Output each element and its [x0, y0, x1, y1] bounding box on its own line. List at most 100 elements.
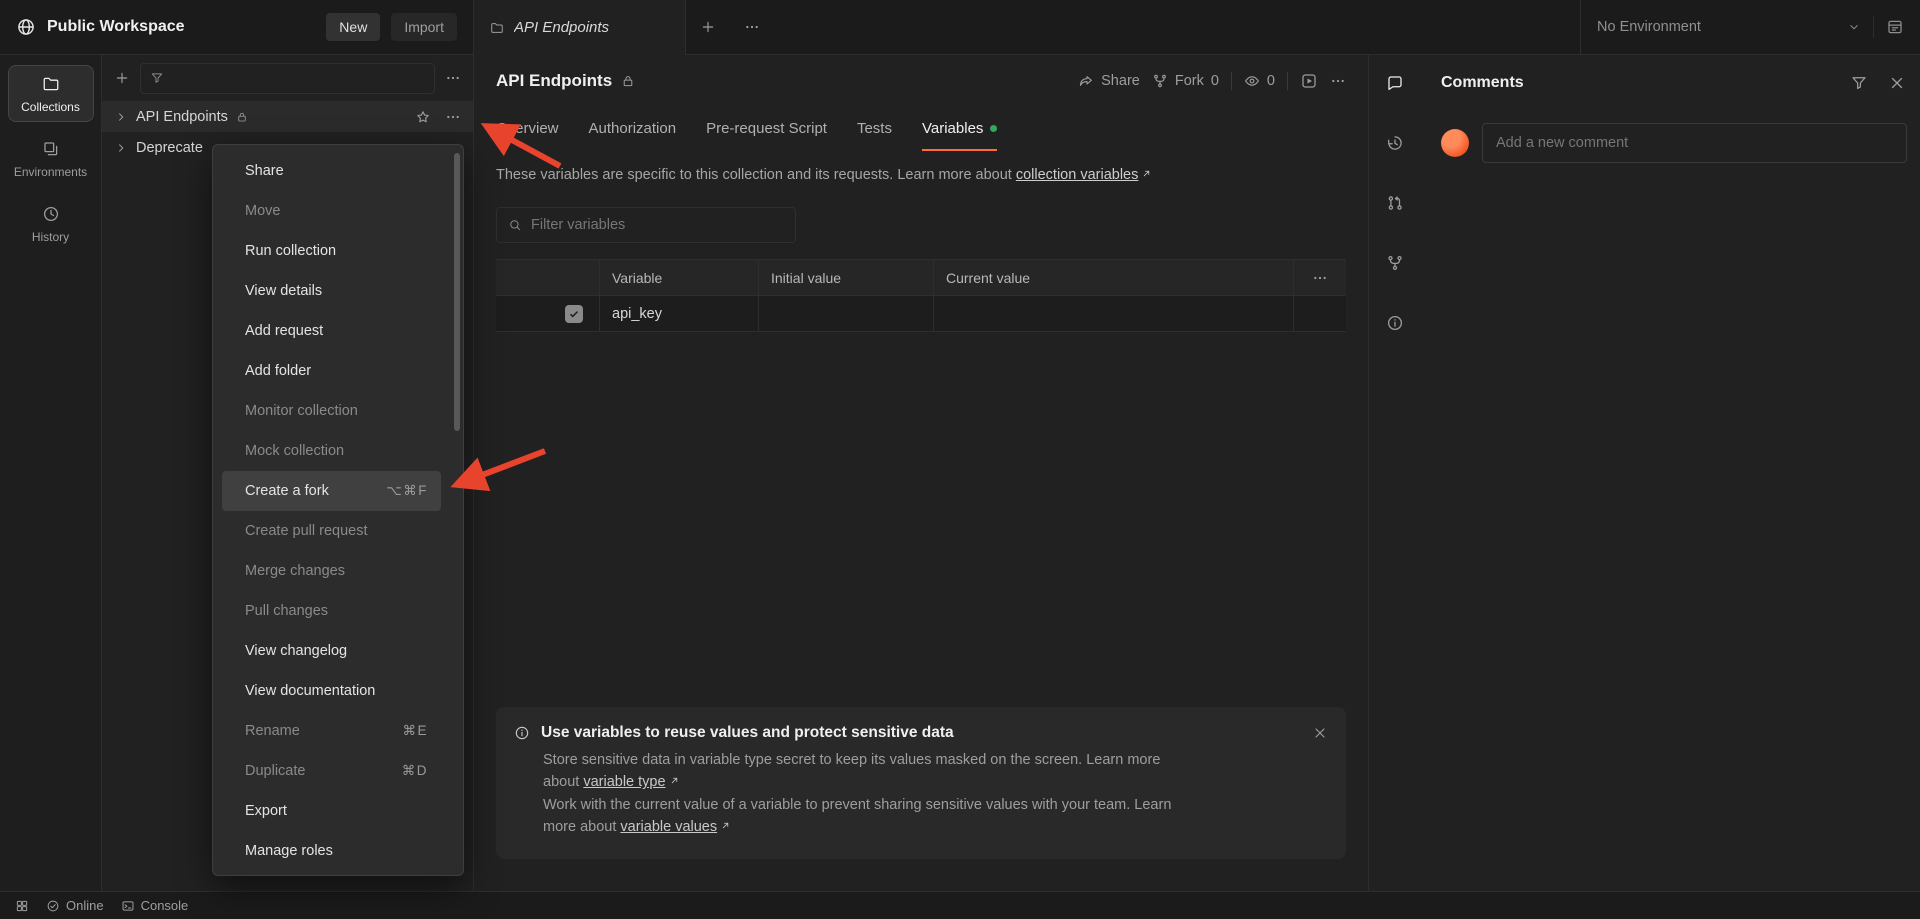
sidebar-item-collections[interactable]: Collections — [8, 65, 94, 122]
changelog-clock-icon — [1386, 134, 1404, 152]
open-new-tab-button[interactable] — [686, 0, 730, 54]
row-checkbox[interactable] — [565, 305, 583, 323]
menu-item-mock-collection[interactable]: Mock collection — [222, 431, 441, 471]
variables-table: Variable Initial value Current value api… — [496, 259, 1346, 332]
console-label: Console — [141, 898, 189, 913]
menu-item-view-changelog[interactable]: View changelog — [222, 631, 441, 671]
external-link-icon — [669, 775, 680, 786]
variable-type-link[interactable]: variable type — [583, 774, 665, 790]
menu-item-label: Share — [245, 163, 284, 179]
tab-overview[interactable]: Overview — [496, 107, 559, 151]
menu-item-export[interactable]: Export — [222, 791, 441, 831]
console-button[interactable]: Console — [116, 898, 194, 913]
run-collection-icon[interactable] — [1300, 72, 1318, 90]
fork-count: 0 — [1211, 73, 1219, 89]
tab-api-endpoints[interactable]: API Endpoints — [474, 0, 686, 55]
menu-item-share[interactable]: Share — [222, 151, 441, 191]
connection-status[interactable]: Online — [41, 898, 109, 913]
sidebar-item-history[interactable]: History — [8, 195, 94, 252]
collection-more-options-button[interactable] — [1330, 73, 1346, 89]
sidebar-search-box[interactable] — [140, 63, 435, 94]
collection-tabs: Overview Authorization Pre-request Scrip… — [474, 107, 1368, 151]
info-icon — [514, 725, 530, 741]
menu-item-run-collection[interactable]: Run collection — [222, 231, 441, 271]
table-options-button[interactable] — [1294, 260, 1346, 295]
menu-item-label: Merge changes — [245, 563, 345, 579]
external-link-icon — [1141, 168, 1152, 179]
sidebar-search-input[interactable] — [172, 70, 425, 86]
sidebar-toolbar — [102, 55, 473, 101]
import-button[interactable]: Import — [391, 13, 457, 41]
menu-item-view-details[interactable]: View details — [222, 271, 441, 311]
table-header-row: Variable Initial value Current value — [496, 260, 1346, 296]
tab-options-button[interactable] — [730, 0, 774, 54]
environment-selector[interactable]: No Environment — [1580, 0, 1920, 54]
menu-item-move[interactable]: Move — [222, 191, 441, 231]
sidebar-options-button[interactable] — [445, 70, 461, 86]
collection-context-menu: Share Move Run collection View details A… — [212, 144, 464, 876]
table-row[interactable]: api_key — [496, 296, 1346, 332]
changelog-panel-button[interactable] — [1377, 125, 1413, 161]
banner-close-icon[interactable] — [1312, 725, 1328, 741]
menu-item-manage-roles[interactable]: Manage roles — [222, 831, 441, 871]
menu-item-label: View documentation — [245, 683, 375, 699]
star-icon[interactable] — [415, 109, 431, 125]
collection-row-api-endpoints[interactable]: API Endpoints — [102, 101, 473, 132]
share-button[interactable]: Share — [1078, 73, 1140, 89]
page-title: API Endpoints — [496, 71, 612, 91]
close-panel-icon[interactable] — [1888, 74, 1906, 92]
environment-quick-look-icon[interactable] — [1886, 18, 1904, 36]
menu-item-pull-changes[interactable]: Pull changes — [222, 591, 441, 631]
collection-name: API Endpoints — [136, 109, 228, 125]
add-collection-button[interactable] — [114, 70, 130, 86]
lock-icon — [621, 74, 635, 88]
toggle-sidebar-button[interactable] — [10, 899, 34, 913]
row-select-cell — [496, 296, 600, 331]
collection-variables-link[interactable]: collection variables — [1016, 167, 1139, 183]
tab-variables[interactable]: Variables — [922, 107, 997, 151]
filter-variables-box[interactable] — [496, 207, 796, 243]
menu-item-shortcut: ⌘D — [402, 763, 428, 779]
menu-item-label: View details — [245, 283, 322, 299]
menu-item-merge-changes[interactable]: Merge changes — [222, 551, 441, 591]
menu-item-duplicate[interactable]: Duplicate ⌘D — [222, 751, 441, 791]
menu-item-label: Mock collection — [245, 443, 344, 459]
tab-prerequest-script[interactable]: Pre-request Script — [706, 107, 827, 151]
environment-selected-value: No Environment — [1597, 19, 1835, 35]
fork-button[interactable]: Fork 0 — [1152, 73, 1219, 89]
workspace-globe-icon — [16, 17, 36, 37]
collection-options-button[interactable] — [445, 109, 461, 125]
banner-paragraph: Work with the current value of a variabl… — [543, 794, 1183, 839]
comments-panel-button[interactable] — [1377, 65, 1413, 101]
collection-row-actions — [415, 109, 461, 125]
tab-label: Tests — [857, 120, 892, 137]
tab-authorization[interactable]: Authorization — [589, 107, 677, 151]
menu-item-create-a-fork[interactable]: Create a fork ⌥⌘F — [222, 471, 441, 511]
chevron-right-icon[interactable] — [114, 110, 128, 124]
filter-comments-icon[interactable] — [1850, 74, 1868, 92]
pull-requests-panel-button[interactable] — [1377, 185, 1413, 221]
menu-item-create-pull-request[interactable]: Create pull request — [222, 511, 441, 551]
new-button[interactable]: New — [326, 13, 380, 41]
menu-item-monitor-collection[interactable]: Monitor collection — [222, 391, 441, 431]
forks-panel-button[interactable] — [1377, 245, 1413, 281]
menu-item-add-request[interactable]: Add request — [222, 311, 441, 351]
menu-item-rename[interactable]: Rename ⌘E — [222, 711, 441, 751]
eye-icon — [1244, 73, 1260, 89]
watchers-button[interactable]: 0 — [1244, 73, 1275, 89]
chevron-right-icon[interactable] — [114, 141, 128, 155]
new-comment-input[interactable] — [1482, 123, 1907, 163]
current-value-cell[interactable] — [934, 296, 1294, 331]
workspace-title: Public Workspace — [47, 18, 185, 36]
sidebar-item-environments[interactable]: Environments — [8, 130, 94, 187]
menu-item-view-documentation[interactable]: View documentation — [222, 671, 441, 711]
tab-label: Variables — [922, 120, 983, 137]
filter-variables-input[interactable] — [531, 217, 784, 233]
variable-name-cell[interactable]: api_key — [600, 296, 759, 331]
variable-values-link[interactable]: variable values — [620, 819, 717, 835]
info-panel-button[interactable] — [1377, 305, 1413, 341]
menu-item-add-folder[interactable]: Add folder — [222, 351, 441, 391]
initial-value-cell[interactable] — [759, 296, 934, 331]
menu-scrollbar[interactable] — [454, 153, 460, 431]
tab-tests[interactable]: Tests — [857, 107, 892, 151]
